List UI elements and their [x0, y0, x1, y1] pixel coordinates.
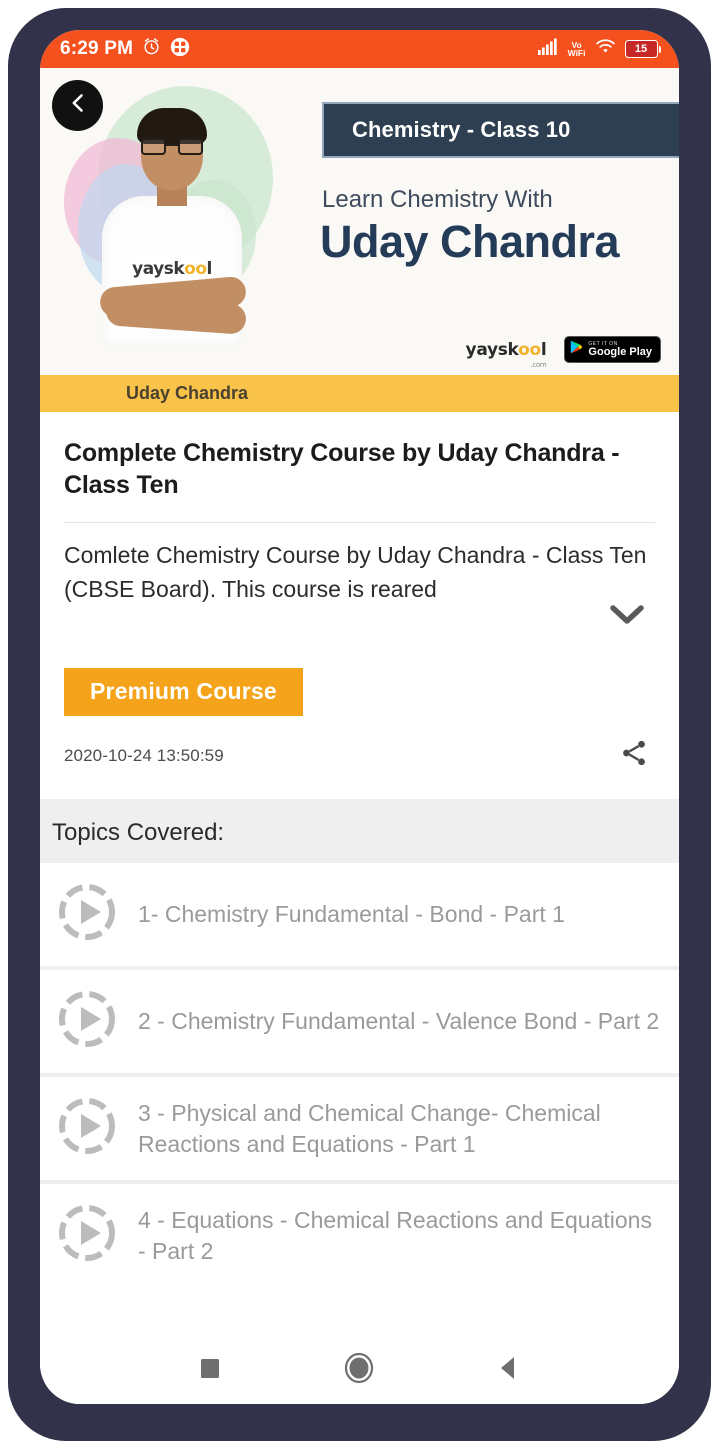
google-play-icon — [570, 340, 583, 359]
cellular-signal-icon — [537, 38, 559, 60]
topics-section: Topics Covered: 1- Chemistry Fundamental… — [40, 799, 679, 1288]
status-time: 6:29 PM — [60, 38, 134, 59]
chevron-left-icon — [66, 91, 90, 120]
course-tag-label: Chemistry - Class 10 — [352, 117, 571, 142]
share-icon[interactable] — [619, 738, 655, 773]
topics-heading: Topics Covered: — [52, 819, 225, 847]
list-item[interactable]: 4 - Equations - Chemical Reactions and E… — [40, 1184, 679, 1288]
android-navigation-bar — [40, 1332, 679, 1404]
hero-instructor-name: Uday Chandra — [320, 216, 620, 267]
list-item-label: 1- Chemistry Fundamental - Bond - Part 1 — [138, 901, 565, 928]
play-circle-icon — [56, 1202, 118, 1269]
instructor-name-strip: Uday Chandra — [40, 375, 679, 412]
status-bar-left: 6:29 PM — [60, 37, 190, 62]
course-description: Comlete Chemistry Course by Uday Chandra… — [64, 542, 647, 602]
status-bar-right: Vo WiFi 15 — [537, 38, 661, 60]
hero-tagline: Learn Chemistry With — [322, 186, 553, 213]
title-divider — [64, 522, 655, 523]
course-tag-box: Chemistry - Class 10 — [322, 102, 679, 158]
list-item[interactable]: 3 - Physical and Chemical Change- Chemic… — [40, 1077, 679, 1181]
app-grid-icon — [170, 37, 190, 62]
list-item-label: 4 - Equations - Chemical Reactions and E… — [138, 1206, 652, 1264]
volte-label-bottom: WiFi — [567, 48, 586, 58]
google-play-badge: GET IT ON Google Play — [564, 336, 661, 363]
back-button[interactable] — [52, 80, 103, 131]
circle-home-icon[interactable] — [343, 1352, 375, 1384]
list-item[interactable]: 1- Chemistry Fundamental - Bond - Part 1 — [40, 863, 679, 967]
course-info-card: Complete Chemistry Course by Uday Chandr… — [40, 412, 679, 800]
instructor-strip-label: Uday Chandra — [126, 383, 249, 403]
battery-level-label: 15 — [634, 43, 648, 55]
play-circle-icon — [56, 881, 118, 948]
page-title: Complete Chemistry Course by Uday Chandr… — [64, 439, 620, 499]
yayskool-logo-suffix: .com — [530, 360, 547, 369]
hero-banner: yaysk oo l Chemistry - Class 10 Learn Chem… — [40, 68, 679, 375]
status-bar: 6:29 PM Vo WiFi 15 — [40, 30, 679, 68]
course-description-wrapper: Comlete Chemistry Course by Uday Chandra… — [64, 539, 655, 624]
play-circle-icon — [56, 988, 118, 1055]
google-play-bottom-label: Google Play — [588, 345, 652, 358]
phone-screen: 6:29 PM Vo WiFi 15 yaysk oo l Chemistry … — [40, 30, 679, 1404]
phone-frame: 6:29 PM Vo WiFi 15 yaysk oo l Chemistry … — [8, 8, 711, 1441]
course-meta-row: 2020-10-24 13:50:59 — [64, 738, 655, 799]
list-item-label: 3 - Physical and Chemical Change- Chemic… — [138, 1099, 601, 1157]
yayskool-logo: yayskool .com — [465, 339, 547, 369]
volte-wifi-icon: Vo WiFi — [567, 41, 586, 58]
play-circle-icon — [56, 1095, 118, 1162]
triangle-back-icon[interactable] — [497, 1355, 521, 1381]
hero-footer: yayskool .com GET IT ON Google Play — [322, 336, 661, 369]
list-item-label: 2 - Chemistry Fundamental - Valence Bond… — [138, 1008, 660, 1035]
square-recents-icon[interactable] — [199, 1356, 221, 1380]
hero-text-zone: Chemistry - Class 10 Learn Chemistry Wit… — [298, 68, 679, 375]
status-badge: Premium Course — [64, 668, 303, 717]
wifi-icon — [595, 38, 616, 60]
battery-icon: 15 — [624, 40, 661, 58]
list-item[interactable]: 2 - Chemistry Fundamental - Valence Bond… — [40, 970, 679, 1074]
course-date: 2020-10-24 13:50:59 — [64, 745, 224, 765]
chevron-down-icon[interactable] — [605, 601, 649, 634]
alarm-clock-icon — [142, 37, 161, 61]
